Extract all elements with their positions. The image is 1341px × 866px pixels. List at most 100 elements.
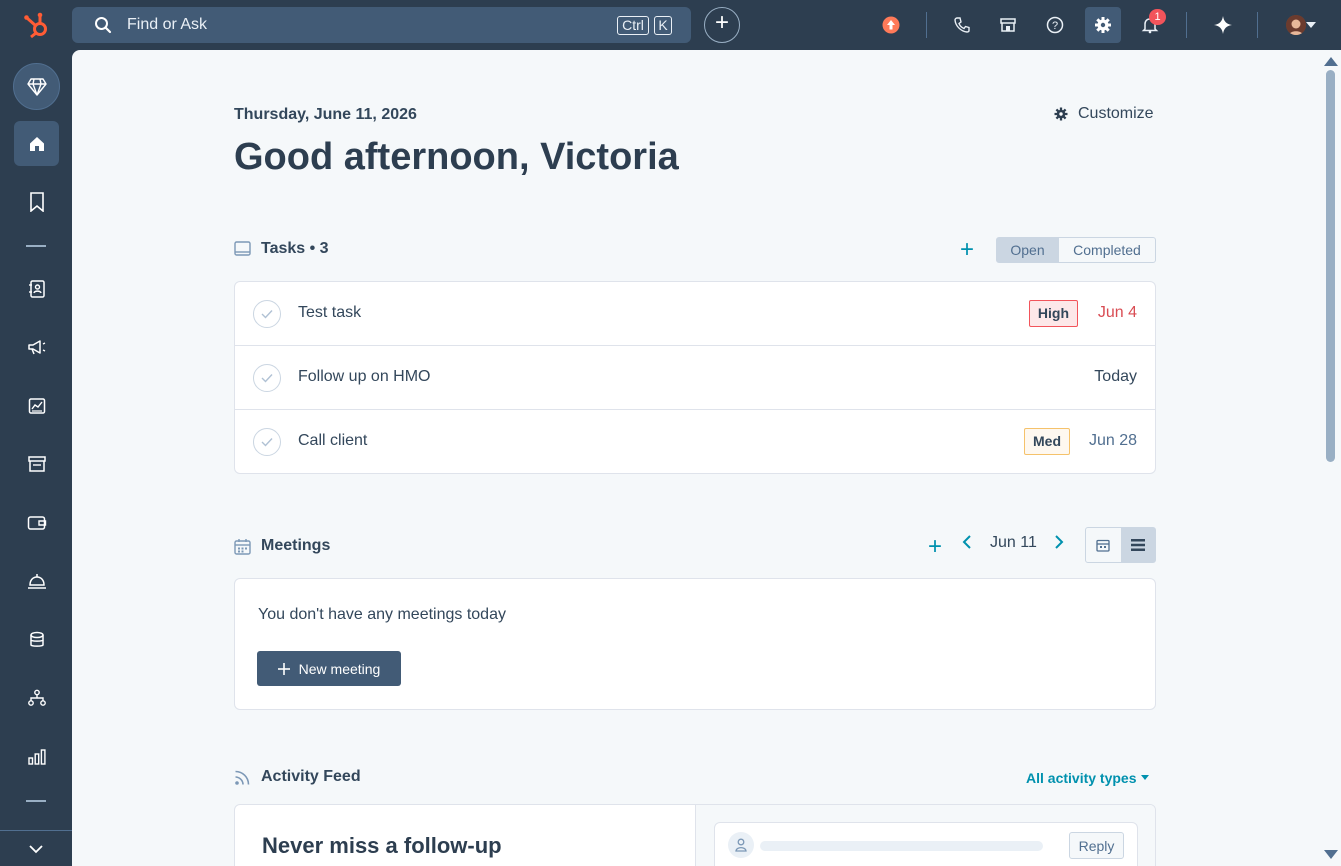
meetings-card: You don't have any meetings today New me… [234,578,1156,710]
top-navigation-bar: Find or Ask Ctrl K + ? 1 [0,0,1341,50]
user-avatar[interactable] [1286,15,1306,35]
task-title[interactable]: Follow up on HMO [298,368,431,386]
feed-promo-heading: Never miss a follow-up [262,833,502,858]
create-new-button[interactable]: + [704,7,740,43]
new-meeting-label: New meeting [298,660,381,677]
plus-icon [277,662,290,675]
contacts-icon[interactable] [14,266,59,311]
svg-text:?: ? [1052,20,1058,32]
task-title[interactable]: Test task [298,304,361,322]
global-search[interactable]: Find or Ask Ctrl K [72,7,691,43]
task-row[interactable]: Call client Med Jun 28 [235,410,1155,474]
expand-sidebar-button[interactable] [0,830,72,866]
task-row[interactable]: Follow up on HMO Today [235,346,1155,410]
scroll-down-arrow-icon[interactable] [1324,850,1338,859]
reports-icon[interactable] [14,383,59,428]
tasks-heading: Tasks • 3 [261,240,329,257]
caret-down-icon [1140,775,1149,780]
sidebar-divider [26,800,46,802]
customize-button[interactable]: Customize [1054,105,1154,123]
page-scrollbar[interactable] [1319,50,1341,866]
new-meeting-button[interactable]: New meeting [257,651,401,686]
service-icon[interactable] [14,558,59,603]
complete-task-checkbox[interactable] [253,428,281,456]
calendar-icon [1096,539,1110,552]
scrollbar-thumb[interactable] [1326,70,1335,462]
chevron-down-icon[interactable] [1305,13,1317,37]
main-content: Thursday, June 11, 2026 Good afternoon, … [72,50,1341,866]
task-title[interactable]: Call client [298,432,367,450]
hubspot-logo-icon[interactable] [22,10,52,40]
feed-preview-panel: Reply [696,805,1155,866]
toggle-completed[interactable]: Completed [1059,238,1155,262]
add-meeting-button[interactable]: + [928,535,942,559]
automation-icon[interactable] [14,675,59,720]
feed-preview-item: Reply [714,822,1138,866]
payments-icon[interactable] [14,500,59,545]
tasks-card: Test task High Jun 4 Follow up on HMO To… [234,281,1156,474]
task-due-date: Today [1094,368,1137,385]
complete-task-checkbox[interactable] [253,300,281,328]
divider [1257,12,1258,38]
task-row[interactable]: Test task High Jun 4 [235,282,1155,346]
list-view-button[interactable] [1120,528,1155,562]
search-placeholder: Find or Ask [127,16,208,33]
home-icon[interactable] [14,121,59,166]
marketing-icon[interactable] [14,324,59,369]
data-icon[interactable] [14,617,59,662]
person-icon [728,832,754,858]
empty-meetings-message: You don't have any meetings today [258,606,506,623]
expand-icon [29,844,43,853]
next-day-button[interactable] [1054,534,1064,550]
previous-day-button[interactable] [962,534,972,550]
gem-icon[interactable] [13,63,60,110]
phone-icon[interactable] [950,13,974,37]
divider [926,12,927,38]
activity-type-filter[interactable]: All activity types [1026,770,1149,786]
scroll-up-arrow-icon[interactable] [1324,57,1338,66]
rss-feed-icon [235,770,250,785]
check-icon [261,374,273,383]
task-due-date: Jun 28 [1088,432,1137,449]
meetings-heading: Meetings [261,537,331,554]
notification-count-badge: 1 [1149,9,1166,25]
search-icon [94,16,112,34]
shortcut-k-key: K [654,16,672,35]
task-due-date: Jun 4 [1097,304,1137,321]
reply-button[interactable]: Reply [1069,832,1124,859]
meetings-date: Jun 11 [990,534,1037,551]
ai-sparkle-icon[interactable] [1211,13,1235,37]
divider [1186,12,1187,38]
commerce-icon[interactable] [14,441,59,486]
bookmark-icon[interactable] [14,179,59,224]
activity-feed-header: Activity Feed [234,768,361,786]
marketplace-icon[interactable] [996,13,1020,37]
feed-promo-panel: Never miss a follow-up [235,805,696,866]
page-title: Good afternoon, Victoria [234,136,679,178]
calendar-view-button[interactable] [1086,528,1121,562]
calendar-icon [234,538,251,555]
toggle-open[interactable]: Open [997,238,1059,262]
tasks-icon [234,241,251,256]
tasks-header: Tasks • 3 [234,240,329,258]
activity-filter-label: All activity types [1026,770,1137,786]
priority-badge: Med [1024,428,1070,455]
gear-icon [1054,107,1068,121]
check-icon [261,310,273,319]
left-sidebar [0,50,72,866]
settings-icon[interactable] [1091,13,1115,37]
help-icon[interactable]: ? [1043,13,1067,37]
complete-task-checkbox[interactable] [253,364,281,392]
add-task-button[interactable]: + [960,238,974,262]
customize-label: Customize [1078,105,1154,122]
upgrade-icon[interactable] [879,13,903,37]
chevron-right-icon [1055,535,1064,549]
chevron-left-icon [962,535,971,549]
placeholder-bar [760,841,1043,851]
meetings-header: Meetings [234,537,330,555]
activity-feed-heading: Activity Feed [261,768,361,785]
sidebar-divider [26,245,46,247]
list-icon [1130,539,1145,551]
analytics-icon[interactable] [14,734,59,779]
shortcut-ctrl-key: Ctrl [617,16,649,35]
